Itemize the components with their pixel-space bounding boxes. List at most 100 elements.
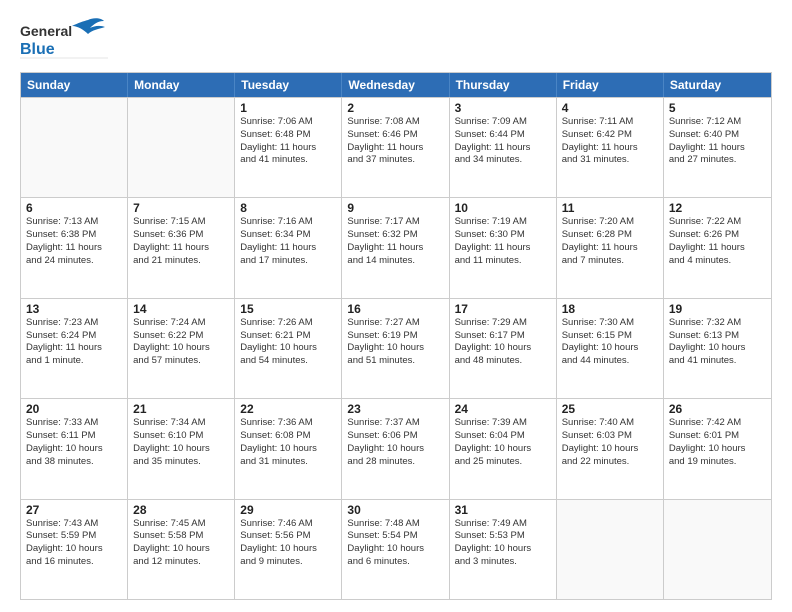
day-info: Sunrise: 7:15 AM Sunset: 6:36 PM Dayligh… — [133, 216, 229, 267]
day-cell-7: 7Sunrise: 7:15 AM Sunset: 6:36 PM Daylig… — [128, 198, 235, 297]
weekday-header-wednesday: Wednesday — [342, 73, 449, 97]
day-info: Sunrise: 7:09 AM Sunset: 6:44 PM Dayligh… — [455, 116, 551, 167]
logo-svg: General Blue — [20, 16, 110, 64]
day-number: 9 — [347, 201, 443, 215]
day-number: 25 — [562, 402, 658, 416]
day-number: 22 — [240, 402, 336, 416]
day-info: Sunrise: 7:43 AM Sunset: 5:59 PM Dayligh… — [26, 518, 122, 569]
day-cell-1: 1Sunrise: 7:06 AM Sunset: 6:48 PM Daylig… — [235, 98, 342, 197]
day-number: 12 — [669, 201, 766, 215]
day-info: Sunrise: 7:33 AM Sunset: 6:11 PM Dayligh… — [26, 417, 122, 468]
day-cell-18: 18Sunrise: 7:30 AM Sunset: 6:15 PM Dayli… — [557, 299, 664, 398]
week-row-4: 20Sunrise: 7:33 AM Sunset: 6:11 PM Dayli… — [21, 398, 771, 498]
weekday-header-monday: Monday — [128, 73, 235, 97]
day-cell-17: 17Sunrise: 7:29 AM Sunset: 6:17 PM Dayli… — [450, 299, 557, 398]
day-cell-26: 26Sunrise: 7:42 AM Sunset: 6:01 PM Dayli… — [664, 399, 771, 498]
day-cell-31: 31Sunrise: 7:49 AM Sunset: 5:53 PM Dayli… — [450, 500, 557, 599]
day-number: 26 — [669, 402, 766, 416]
calendar: SundayMondayTuesdayWednesdayThursdayFrid… — [20, 72, 772, 600]
day-info: Sunrise: 7:17 AM Sunset: 6:32 PM Dayligh… — [347, 216, 443, 267]
week-row-1: 1Sunrise: 7:06 AM Sunset: 6:48 PM Daylig… — [21, 97, 771, 197]
day-cell-10: 10Sunrise: 7:19 AM Sunset: 6:30 PM Dayli… — [450, 198, 557, 297]
day-cell-8: 8Sunrise: 7:16 AM Sunset: 6:34 PM Daylig… — [235, 198, 342, 297]
day-number: 2 — [347, 101, 443, 115]
day-number: 30 — [347, 503, 443, 517]
day-number: 29 — [240, 503, 336, 517]
day-info: Sunrise: 7:45 AM Sunset: 5:58 PM Dayligh… — [133, 518, 229, 569]
day-cell-19: 19Sunrise: 7:32 AM Sunset: 6:13 PM Dayli… — [664, 299, 771, 398]
day-cell-3: 3Sunrise: 7:09 AM Sunset: 6:44 PM Daylig… — [450, 98, 557, 197]
day-cell-4: 4Sunrise: 7:11 AM Sunset: 6:42 PM Daylig… — [557, 98, 664, 197]
day-number: 10 — [455, 201, 551, 215]
day-cell-29: 29Sunrise: 7:46 AM Sunset: 5:56 PM Dayli… — [235, 500, 342, 599]
day-info: Sunrise: 7:32 AM Sunset: 6:13 PM Dayligh… — [669, 317, 766, 368]
svg-text:General: General — [20, 23, 72, 39]
weekday-header-saturday: Saturday — [664, 73, 771, 97]
day-info: Sunrise: 7:27 AM Sunset: 6:19 PM Dayligh… — [347, 317, 443, 368]
day-info: Sunrise: 7:29 AM Sunset: 6:17 PM Dayligh… — [455, 317, 551, 368]
day-cell-2: 2Sunrise: 7:08 AM Sunset: 6:46 PM Daylig… — [342, 98, 449, 197]
empty-cell — [664, 500, 771, 599]
empty-cell — [21, 98, 128, 197]
day-number: 15 — [240, 302, 336, 316]
day-info: Sunrise: 7:37 AM Sunset: 6:06 PM Dayligh… — [347, 417, 443, 468]
day-number: 31 — [455, 503, 551, 517]
day-number: 20 — [26, 402, 122, 416]
weekday-header-thursday: Thursday — [450, 73, 557, 97]
day-number: 16 — [347, 302, 443, 316]
day-cell-16: 16Sunrise: 7:27 AM Sunset: 6:19 PM Dayli… — [342, 299, 449, 398]
week-row-3: 13Sunrise: 7:23 AM Sunset: 6:24 PM Dayli… — [21, 298, 771, 398]
day-info: Sunrise: 7:23 AM Sunset: 6:24 PM Dayligh… — [26, 317, 122, 368]
day-info: Sunrise: 7:16 AM Sunset: 6:34 PM Dayligh… — [240, 216, 336, 267]
empty-cell — [557, 500, 664, 599]
day-number: 21 — [133, 402, 229, 416]
day-number: 19 — [669, 302, 766, 316]
day-cell-28: 28Sunrise: 7:45 AM Sunset: 5:58 PM Dayli… — [128, 500, 235, 599]
week-row-5: 27Sunrise: 7:43 AM Sunset: 5:59 PM Dayli… — [21, 499, 771, 599]
day-cell-11: 11Sunrise: 7:20 AM Sunset: 6:28 PM Dayli… — [557, 198, 664, 297]
week-row-2: 6Sunrise: 7:13 AM Sunset: 6:38 PM Daylig… — [21, 197, 771, 297]
day-number: 3 — [455, 101, 551, 115]
day-info: Sunrise: 7:30 AM Sunset: 6:15 PM Dayligh… — [562, 317, 658, 368]
day-info: Sunrise: 7:46 AM Sunset: 5:56 PM Dayligh… — [240, 518, 336, 569]
day-number: 23 — [347, 402, 443, 416]
day-number: 28 — [133, 503, 229, 517]
calendar-body: 1Sunrise: 7:06 AM Sunset: 6:48 PM Daylig… — [21, 97, 771, 599]
svg-text:Blue: Blue — [20, 41, 55, 58]
day-cell-20: 20Sunrise: 7:33 AM Sunset: 6:11 PM Dayli… — [21, 399, 128, 498]
day-cell-13: 13Sunrise: 7:23 AM Sunset: 6:24 PM Dayli… — [21, 299, 128, 398]
day-cell-23: 23Sunrise: 7:37 AM Sunset: 6:06 PM Dayli… — [342, 399, 449, 498]
day-cell-5: 5Sunrise: 7:12 AM Sunset: 6:40 PM Daylig… — [664, 98, 771, 197]
day-number: 5 — [669, 101, 766, 115]
day-number: 14 — [133, 302, 229, 316]
page-header: General Blue — [20, 16, 772, 64]
day-info: Sunrise: 7:42 AM Sunset: 6:01 PM Dayligh… — [669, 417, 766, 468]
day-info: Sunrise: 7:11 AM Sunset: 6:42 PM Dayligh… — [562, 116, 658, 167]
day-info: Sunrise: 7:36 AM Sunset: 6:08 PM Dayligh… — [240, 417, 336, 468]
day-cell-24: 24Sunrise: 7:39 AM Sunset: 6:04 PM Dayli… — [450, 399, 557, 498]
day-cell-12: 12Sunrise: 7:22 AM Sunset: 6:26 PM Dayli… — [664, 198, 771, 297]
day-info: Sunrise: 7:13 AM Sunset: 6:38 PM Dayligh… — [26, 216, 122, 267]
day-number: 1 — [240, 101, 336, 115]
day-cell-21: 21Sunrise: 7:34 AM Sunset: 6:10 PM Dayli… — [128, 399, 235, 498]
day-info: Sunrise: 7:39 AM Sunset: 6:04 PM Dayligh… — [455, 417, 551, 468]
day-cell-22: 22Sunrise: 7:36 AM Sunset: 6:08 PM Dayli… — [235, 399, 342, 498]
day-info: Sunrise: 7:20 AM Sunset: 6:28 PM Dayligh… — [562, 216, 658, 267]
day-cell-30: 30Sunrise: 7:48 AM Sunset: 5:54 PM Dayli… — [342, 500, 449, 599]
weekday-header-friday: Friday — [557, 73, 664, 97]
day-number: 13 — [26, 302, 122, 316]
day-info: Sunrise: 7:26 AM Sunset: 6:21 PM Dayligh… — [240, 317, 336, 368]
weekday-header-tuesday: Tuesday — [235, 73, 342, 97]
day-number: 4 — [562, 101, 658, 115]
empty-cell — [128, 98, 235, 197]
day-number: 7 — [133, 201, 229, 215]
day-info: Sunrise: 7:12 AM Sunset: 6:40 PM Dayligh… — [669, 116, 766, 167]
logo: General Blue — [20, 16, 110, 64]
day-cell-15: 15Sunrise: 7:26 AM Sunset: 6:21 PM Dayli… — [235, 299, 342, 398]
day-cell-27: 27Sunrise: 7:43 AM Sunset: 5:59 PM Dayli… — [21, 500, 128, 599]
day-info: Sunrise: 7:24 AM Sunset: 6:22 PM Dayligh… — [133, 317, 229, 368]
day-number: 17 — [455, 302, 551, 316]
day-info: Sunrise: 7:19 AM Sunset: 6:30 PM Dayligh… — [455, 216, 551, 267]
day-cell-25: 25Sunrise: 7:40 AM Sunset: 6:03 PM Dayli… — [557, 399, 664, 498]
day-info: Sunrise: 7:40 AM Sunset: 6:03 PM Dayligh… — [562, 417, 658, 468]
